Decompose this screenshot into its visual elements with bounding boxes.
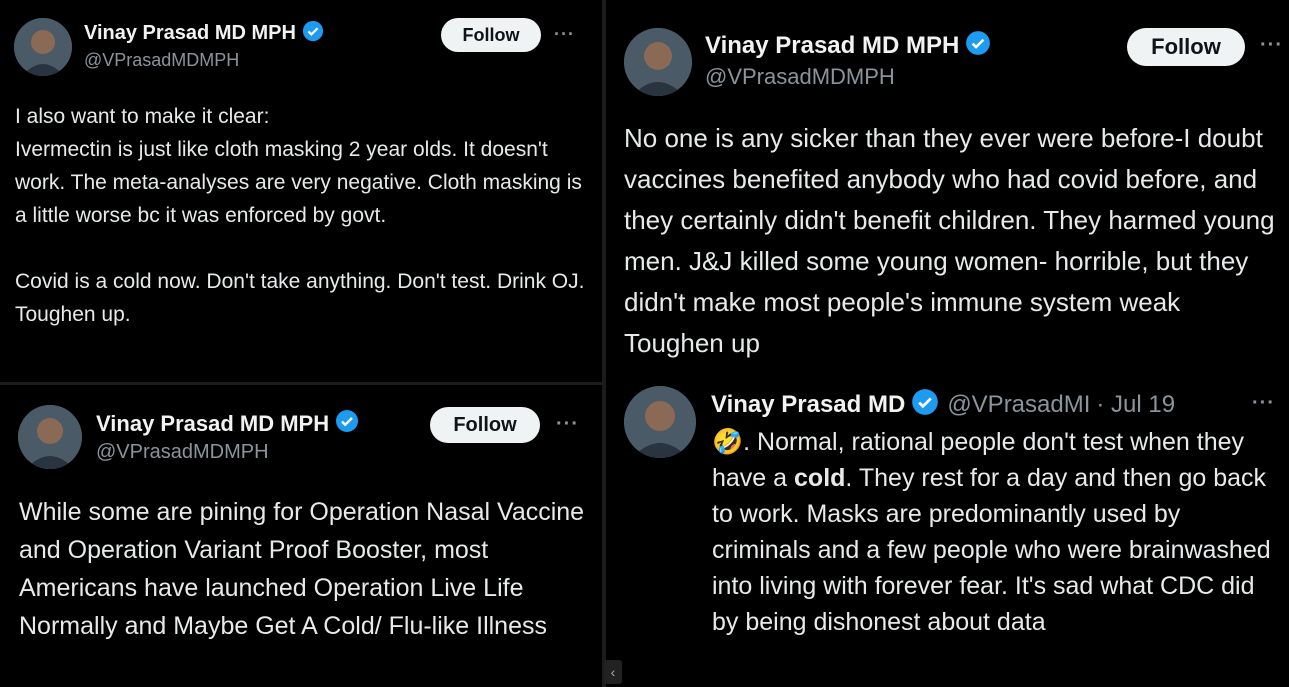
author-handle[interactable]: @VPrasadMDMPH <box>96 441 269 464</box>
more-options-icon[interactable]: ··· <box>554 24 575 45</box>
verified-badge-icon <box>965 30 991 61</box>
tweet-text: I also want to make it clear: Ivermectin… <box>15 105 585 326</box>
more-options-icon[interactable]: ··· <box>1260 34 1283 57</box>
tweet-date[interactable]: · Jul 19 <box>1096 391 1175 419</box>
follow-button[interactable]: Follow <box>441 18 541 52</box>
more-options-icon[interactable]: ··· <box>1252 392 1275 415</box>
avatar[interactable] <box>18 405 82 469</box>
author-name[interactable]: Vinay Prasad MD MPH <box>96 411 329 437</box>
author-name-row: Vinay Prasad MD @VPrasadMI · Jul 19 <box>711 388 1175 421</box>
verified-badge-icon <box>911 388 939 421</box>
avatar[interactable] <box>624 28 692 96</box>
chevron-left-icon[interactable]: ‹ <box>604 660 622 684</box>
author-name-row: Vinay Prasad MD MPH <box>84 20 324 47</box>
laughing-emoji-icon: 🤣 <box>712 428 744 456</box>
follow-button[interactable]: Follow <box>1127 28 1245 66</box>
tweet-text: While some are pining for Operation Nasa… <box>19 498 585 640</box>
author-name[interactable]: Vinay Prasad MD MPH <box>705 32 959 60</box>
tweet-card-1: Vinay Prasad MD MPH @VPrasadMDMPH Follow… <box>0 0 602 382</box>
author-name-row: Vinay Prasad MD MPH <box>705 30 991 61</box>
author-handle[interactable]: @VPrasadMDMPH <box>705 64 895 90</box>
follow-button[interactable]: Follow <box>430 407 540 443</box>
verified-badge-icon <box>302 20 324 47</box>
tweet-text: 🤣. Normal, rational people don't test wh… <box>712 424 1282 640</box>
more-options-icon[interactable]: ··· <box>556 413 579 436</box>
avatar[interactable] <box>624 386 696 458</box>
tweet-text: No one is any sicker than they ever were… <box>624 123 1275 358</box>
verified-badge-icon <box>335 409 359 438</box>
tweet-text-bold: cold <box>794 464 846 492</box>
author-name[interactable]: Vinay Prasad MD <box>711 391 905 419</box>
avatar[interactable] <box>14 18 72 76</box>
author-handle[interactable]: @VPrasadMI <box>947 391 1090 419</box>
author-name-row: Vinay Prasad MD MPH <box>96 409 359 438</box>
tweet-card-3: Vinay Prasad MD MPH @VPrasadMDMPH Follow… <box>606 0 1289 687</box>
author-handle[interactable]: @VPrasadMDMPH <box>84 50 239 71</box>
tweet-card-2: Vinay Prasad MD MPH @VPrasadMDMPH Follow… <box>0 385 602 687</box>
author-name[interactable]: Vinay Prasad MD MPH <box>84 22 296 45</box>
